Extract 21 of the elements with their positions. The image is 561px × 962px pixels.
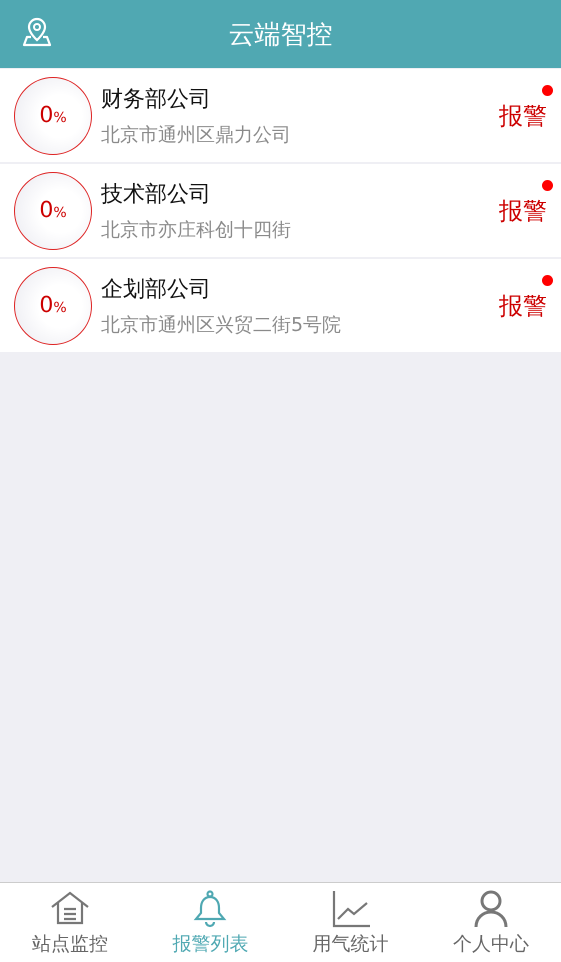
percent-value: 0% [39,103,67,128]
map-pin-icon[interactable] [21,16,53,48]
station-item[interactable]: 0% 财务部公司 北京市通州区鼎力公司 报警 [0,69,561,162]
station-item[interactable]: 0% 技术部公司 北京市亦庄科创十四街 报警 [0,164,561,257]
percent-value: 0% [39,293,67,318]
station-address: 北京市通州区兴贸二街5号院 [101,312,342,338]
station-name: 技术部公司 [101,180,212,208]
station-name: 企划部公司 [101,276,212,304]
station-name: 财务部公司 [101,86,212,114]
line-chart-icon [330,888,371,928]
alarm-status: 报警 [499,100,547,132]
page-title: 云端智控 [228,18,332,52]
station-address: 北京市亦庄科创十四街 [101,218,292,242]
nav-tab[interactable]: 站点监控 [0,883,140,962]
nav-tab[interactable]: 个人中心 [420,883,561,962]
station-address: 北京市通州区鼎力公司 [101,122,292,148]
nav-tab[interactable]: 用气统计 [280,883,421,962]
alarm-status: 报警 [499,196,547,226]
alarm-status: 报警 [499,290,547,322]
station-item[interactable]: 0% 企划部公司 北京市通州区兴贸二街5号院 报警 [0,259,561,352]
percent-value: 0% [39,198,67,223]
